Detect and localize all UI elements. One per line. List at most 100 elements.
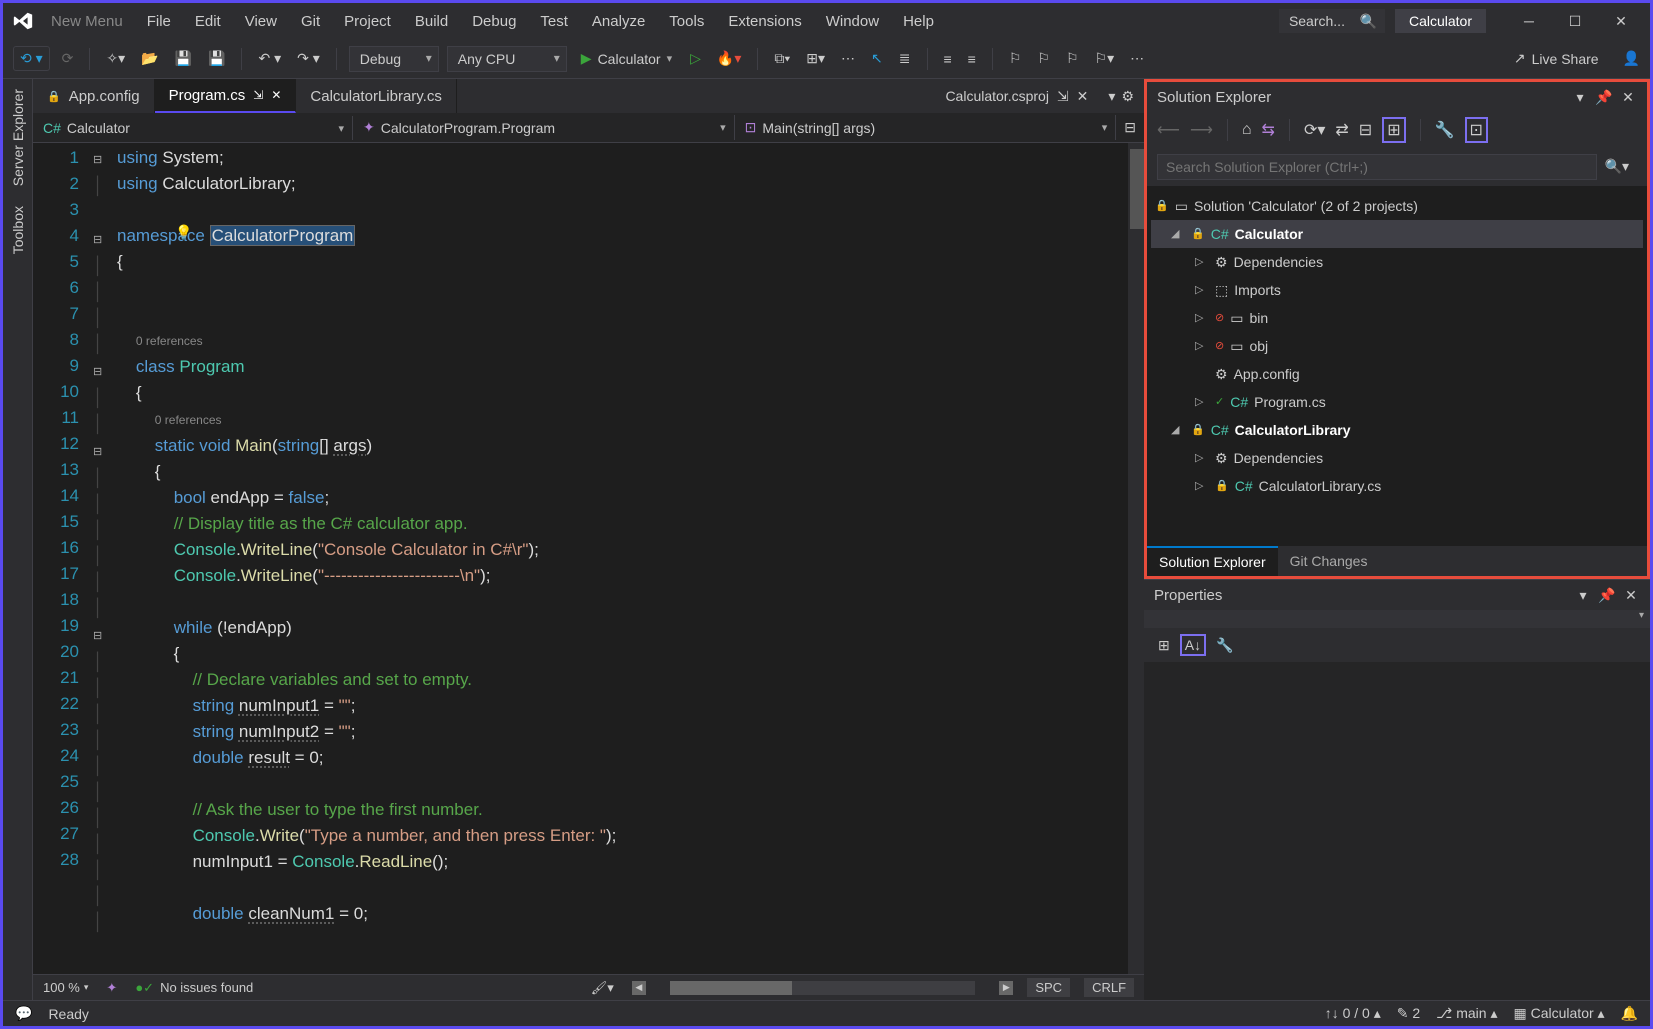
toolbox-tab[interactable]: Toolbox xyxy=(10,206,26,254)
platform-dropdown[interactable]: Any CPU xyxy=(447,46,567,72)
new-item-icon[interactable]: ✧▾ xyxy=(102,48,129,69)
search-icon[interactable]: 🔍▾ xyxy=(1597,154,1637,180)
rescan-icon[interactable]: ✦ xyxy=(102,978,121,998)
menu-git[interactable]: Git xyxy=(291,9,330,34)
tree-row[interactable]: ▷⚙Dependencies xyxy=(1151,248,1643,276)
properties-combo[interactable]: ▾ xyxy=(1144,610,1650,628)
bookmark-prev-icon[interactable]: ⚐ xyxy=(1033,48,1054,69)
context-project[interactable]: C# Calculator xyxy=(33,116,353,140)
vertical-scrollbar[interactable] xyxy=(1128,143,1144,974)
hot-reload-icon[interactable]: 🔥▾ xyxy=(713,48,745,69)
menu-test[interactable]: Test xyxy=(530,9,578,34)
server-explorer-tab[interactable]: Server Explorer xyxy=(10,89,26,186)
project-indicator[interactable]: ▦ Calculator ▴ xyxy=(1513,1005,1604,1022)
menu-project[interactable]: Project xyxy=(334,9,401,34)
tree-solution-root[interactable]: 🔒 ▭ Solution 'Calculator' (2 of 2 projec… xyxy=(1151,192,1643,220)
browser-icon[interactable]: ⧉▾ xyxy=(770,48,794,69)
pin-icon[interactable]: 📌 xyxy=(1598,587,1616,604)
menu-build[interactable]: Build xyxy=(405,9,458,34)
bookmark-next-icon[interactable]: ⚐ xyxy=(1062,48,1083,69)
menu-edit[interactable]: Edit xyxy=(185,9,231,34)
notifications-icon[interactable]: 🔔 xyxy=(1621,1005,1638,1022)
maximize-button[interactable]: ☐ xyxy=(1552,6,1598,36)
tree-row[interactable]: ▷✓C#Program.cs xyxy=(1151,388,1643,416)
lightbulb-icon[interactable]: 💡 xyxy=(175,224,192,241)
show-all-icon[interactable]: ⊞ xyxy=(1382,117,1405,143)
switch-views-icon[interactable]: ⇆ xyxy=(1262,120,1275,140)
tree-row[interactable]: ▷⚙Dependencies xyxy=(1151,444,1643,472)
tree-row[interactable]: ◢🔒C#Calculator xyxy=(1151,220,1643,248)
tab-csproj[interactable]: Calculator.csproj ⇲ ✕ xyxy=(931,88,1102,105)
zoom-dropdown[interactable]: 100 % ▾ xyxy=(43,980,88,995)
menu-extensions[interactable]: Extensions xyxy=(718,9,811,34)
tree-row[interactable]: ◢🔒C#CalculatorLibrary xyxy=(1151,416,1643,444)
tree-row[interactable]: ▷⊘▭bin xyxy=(1151,304,1643,332)
tab-overflow-icon[interactable]: ▾ xyxy=(1108,88,1115,105)
redo-icon[interactable]: ↷ ▾ xyxy=(293,48,324,69)
pending-changes[interactable]: ✎ 2 xyxy=(1397,1005,1420,1022)
search-box[interactable]: Search... 🔍 xyxy=(1279,9,1385,33)
sync-icon[interactable]: ⇄ xyxy=(1335,120,1348,140)
tab-gear-icon[interactable]: ⚙ xyxy=(1121,88,1134,105)
tab-appconfig[interactable]: 🔒 App.config xyxy=(33,79,155,113)
collapse-icon[interactable]: ⊟ xyxy=(1359,120,1372,140)
close-tab-icon[interactable]: ✕ xyxy=(271,88,281,102)
alphabetical-icon[interactable]: A↓ xyxy=(1180,634,1206,656)
menu-view[interactable]: View xyxy=(235,9,287,34)
pin-icon[interactable]: 📌 xyxy=(1595,89,1613,106)
tree-row[interactable]: ⚙App.config xyxy=(1151,360,1643,388)
refresh-icon[interactable]: ⟳▾ xyxy=(1304,120,1325,140)
horizontal-scrollbar[interactable] xyxy=(670,981,976,995)
output-icon[interactable]: 💬 xyxy=(15,1005,32,1022)
split-icon[interactable]: ⊟ xyxy=(1116,119,1144,136)
bookmark-clear-icon[interactable]: ⚐▾ xyxy=(1091,48,1119,69)
open-folder-icon[interactable]: 📂 xyxy=(137,48,162,69)
extras-icon[interactable]: ⋯ xyxy=(837,48,859,69)
vcs-sync[interactable]: ↑↓ 0 / 0 ▴ xyxy=(1325,1005,1381,1022)
property-pages-icon[interactable]: 🔧 xyxy=(1212,635,1237,656)
branch-indicator[interactable]: ⎇ main ▴ xyxy=(1436,1005,1497,1022)
categorized-icon[interactable]: ⊞ xyxy=(1154,635,1174,656)
code-editor[interactable]: 1234567891011121314151617181920212223242… xyxy=(33,143,1144,974)
format-icon[interactable]: ≣ xyxy=(895,48,915,69)
nav-back-button[interactable]: ⟲ ▾ xyxy=(13,46,50,71)
close-panel-icon[interactable]: ✕ xyxy=(1619,89,1637,106)
panel-dropdown-icon[interactable]: ▾ xyxy=(1574,587,1592,604)
code-content[interactable]: using System;using CalculatorLibrary; na… xyxy=(117,143,1144,974)
undo-icon[interactable]: ↶ ▾ xyxy=(254,48,285,69)
run-no-debug-icon[interactable]: ▷ xyxy=(686,48,705,69)
back-icon[interactable]: ⟵ xyxy=(1157,120,1180,140)
tab-solution-explorer[interactable]: Solution Explorer xyxy=(1147,546,1278,576)
home-icon[interactable]: ⌂ xyxy=(1242,121,1252,139)
hscroll-thumb[interactable] xyxy=(670,981,792,995)
save-icon[interactable]: 💾 xyxy=(171,48,196,69)
hscroll-right[interactable]: ▶ xyxy=(999,981,1013,995)
solution-search-input[interactable] xyxy=(1157,154,1597,180)
tree-row[interactable]: ▷🔒C#CalculatorLibrary.cs xyxy=(1151,472,1643,500)
close-button[interactable]: ✕ xyxy=(1598,6,1644,36)
tab-program[interactable]: Program.cs ⇲ ✕ xyxy=(155,79,297,113)
tab-git-changes[interactable]: Git Changes xyxy=(1278,546,1380,576)
tree-row[interactable]: ▷⊘▭obj xyxy=(1151,332,1643,360)
hscroll-left[interactable]: ◀ xyxy=(632,981,646,995)
config-dropdown[interactable]: Debug xyxy=(349,46,439,72)
layout-icon[interactable]: ⊞▾ xyxy=(802,48,829,69)
panel-dropdown-icon[interactable]: ▾ xyxy=(1571,89,1589,106)
toolbar-overflow-icon[interactable]: ⋯ xyxy=(1126,48,1148,69)
highlighter-icon[interactable]: 🖌▾ xyxy=(587,978,618,998)
menu-analyze[interactable]: Analyze xyxy=(582,9,655,34)
whitespace-mode[interactable]: SPC xyxy=(1027,978,1070,997)
save-all-icon[interactable]: 💾 xyxy=(204,48,229,69)
context-class[interactable]: ✦ CalculatorProgram.Program xyxy=(353,115,735,140)
preview-icon[interactable]: ⊡ xyxy=(1465,117,1488,143)
menu-window[interactable]: Window xyxy=(816,9,889,34)
menu-file[interactable]: File xyxy=(137,9,181,34)
tree-row[interactable]: ▷⬚Imports xyxy=(1151,276,1643,304)
context-method[interactable]: ⊡ Main(string[] args) xyxy=(735,115,1117,140)
pin-icon[interactable]: ⇲ xyxy=(1057,88,1069,105)
bookmark-icon[interactable]: ⚐ xyxy=(1005,48,1026,69)
live-share-button[interactable]: Live Share xyxy=(1532,51,1599,67)
indent-icon[interactable]: ≡ xyxy=(940,49,956,69)
minimize-button[interactable]: ─ xyxy=(1506,6,1552,36)
tab-calclib[interactable]: CalculatorLibrary.cs xyxy=(296,79,456,113)
